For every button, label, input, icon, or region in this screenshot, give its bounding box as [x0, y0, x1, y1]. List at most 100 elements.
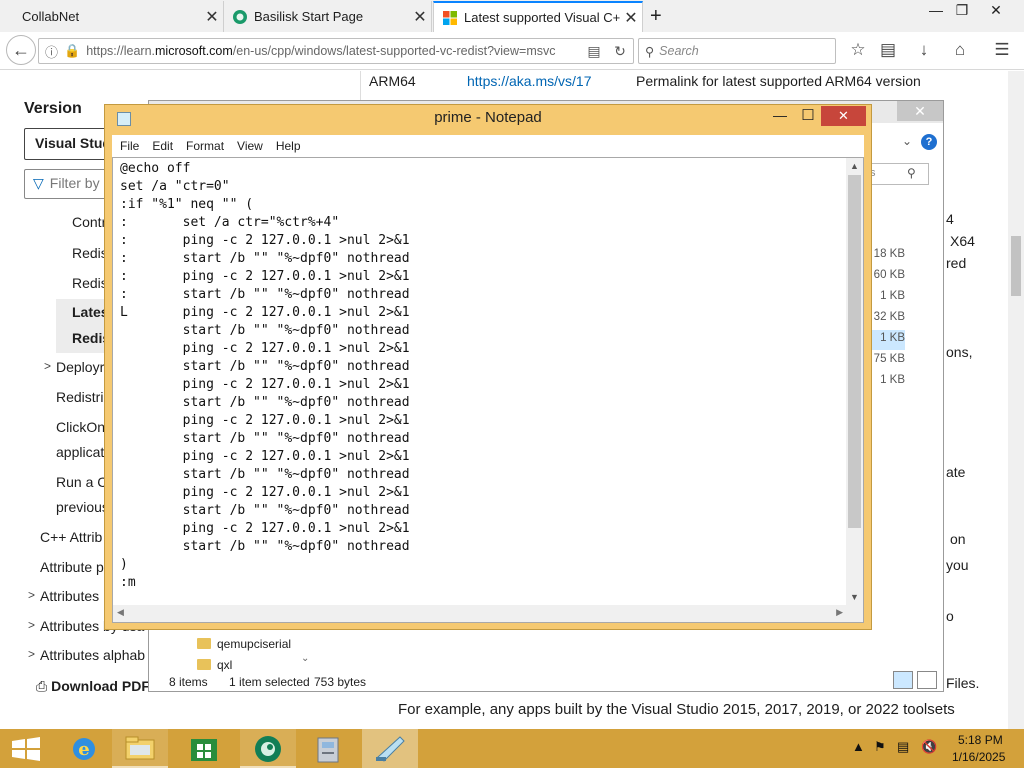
tab-collabnet[interactable]: CollabNet ✕	[0, 1, 224, 32]
filter-input[interactable]: ▽ Filter by	[24, 169, 114, 199]
toc-item[interactable]: Attributes	[40, 588, 99, 604]
toc-item[interactable]: Deployr	[56, 359, 104, 375]
scroll-up-icon[interactable]: ▲	[846, 161, 863, 171]
chevron-right-icon[interactable]: >	[28, 588, 35, 602]
downloads-icon[interactable]: ↓	[912, 40, 936, 62]
network-icon[interactable]: ▤	[897, 739, 909, 755]
close-icon[interactable]: ✕	[982, 2, 1010, 24]
clock-time[interactable]: 5:18 PM	[958, 733, 1003, 747]
toc-item[interactable]: Attribute p	[40, 559, 104, 575]
show-hidden-icons[interactable]: ▲	[852, 739, 865, 754]
chevron-right-icon[interactable]: >	[28, 647, 35, 661]
folder-item[interactable]: qemupciserial	[197, 637, 291, 651]
scrollbar-corner	[846, 605, 863, 622]
clock-date[interactable]: 1/16/2025	[952, 750, 1005, 764]
url-text[interactable]: https://learn.microsoft.com/en-us/cpp/wi…	[86, 44, 581, 58]
menu-format[interactable]: Format	[186, 139, 224, 153]
details-view-icon[interactable]	[893, 671, 913, 689]
tab-latest-supported-vc[interactable]: Latest supported Visual C+ ✕	[433, 1, 643, 32]
action-center-flag-icon[interactable]: ⚑	[874, 739, 886, 755]
large-icons-view-icon[interactable]	[917, 671, 937, 689]
version-select[interactable]: Visual Studio	[24, 128, 114, 160]
volume-muted-icon[interactable]: 🔇	[921, 739, 937, 755]
scroll-left-icon[interactable]: ◀	[117, 607, 124, 618]
scroll-down-icon[interactable]: ▼	[846, 592, 863, 602]
body-text-fragment: X64	[950, 233, 975, 249]
page-scrollbar[interactable]	[1008, 71, 1024, 729]
body-text-fragment: you	[946, 557, 969, 573]
filter-icon: ▽	[33, 175, 44, 191]
toc-item[interactable]: Run a C	[56, 474, 107, 490]
notepad-taskbar-icon[interactable]	[362, 729, 418, 768]
tab-close-icon[interactable]: ✕	[409, 7, 431, 27]
explorer-search-input[interactable]: s	[865, 163, 929, 185]
file-explorer-icon[interactable]	[112, 729, 168, 768]
toc-item[interactable]: C++ Attrib	[40, 529, 102, 545]
table-description: Permalink for latest supported ARM64 ver…	[636, 73, 921, 89]
search-input[interactable]: ⚲ Search	[638, 38, 836, 64]
tab-close-icon[interactable]: ✕	[201, 7, 223, 27]
start-button[interactable]	[0, 729, 56, 768]
editor-content[interactable]: @echo off set /a "ctr=0" :if "%1" neq ""…	[120, 160, 410, 592]
toc-item[interactable]: Redis	[72, 245, 108, 261]
store-icon[interactable]	[176, 729, 232, 768]
vertical-scrollbar[interactable]: ▲ ▼	[846, 158, 863, 605]
toc-item: previous	[56, 499, 109, 515]
browser-tab-bar: CollabNet ✕ Basilisk Start Page ✕ Latest…	[0, 0, 1024, 32]
minimize-icon[interactable]: —	[767, 107, 793, 123]
close-icon[interactable]: ✕	[821, 106, 866, 126]
help-icon[interactable]: ?	[921, 134, 937, 150]
tab-basilisk-start[interactable]: Basilisk Start Page ✕	[224, 1, 432, 32]
bookmark-star-icon[interactable]: ☆	[846, 40, 870, 62]
chevron-right-icon[interactable]: >	[28, 618, 35, 632]
windows-logo-icon	[12, 737, 40, 761]
restore-icon[interactable]: ❐	[948, 2, 976, 24]
menu-edit[interactable]: Edit	[152, 139, 173, 153]
toc-item[interactable]: Attributes alphab	[40, 647, 145, 663]
menu-help[interactable]: Help	[276, 139, 301, 153]
text-editor[interactable]: @echo off set /a "ctr=0" :if "%1" neq ""…	[112, 157, 864, 623]
table-divider	[360, 71, 361, 101]
scrollbar-thumb[interactable]	[848, 175, 861, 528]
body-text-fragment: o	[946, 608, 954, 624]
body-text-fragment: ate	[946, 464, 966, 480]
chevron-down-icon[interactable]: ⌄	[301, 653, 309, 664]
minimize-icon[interactable]: —	[922, 2, 950, 24]
menu-view[interactable]: View	[237, 139, 263, 153]
explorer-close-icon[interactable]: ✕	[897, 101, 943, 121]
menu-file[interactable]: File	[120, 139, 139, 153]
internet-explorer-icon[interactable]: e	[56, 729, 112, 768]
horizontal-scrollbar[interactable]: ◀ ▶	[113, 605, 847, 622]
download-pdf-link[interactable]: ⎙ Download PDF	[36, 678, 150, 695]
scroll-right-icon[interactable]: ▶	[836, 607, 843, 618]
toc-item[interactable]: Redis	[72, 275, 108, 291]
version-heading: Version	[24, 100, 82, 117]
toc-item[interactable]: Redistrib	[56, 389, 111, 405]
folder-icon	[197, 638, 211, 649]
url-bar[interactable]: ⓘ 🔒 https://learn.microsoft.com/en-us/cp…	[38, 38, 634, 64]
tab-title: Latest supported Visual C+	[464, 10, 620, 25]
reload-icon[interactable]: ↻	[607, 43, 633, 60]
page-scrollbar-thumb[interactable]	[1011, 236, 1021, 296]
tab-close-icon[interactable]: ✕	[620, 8, 642, 28]
basilisk-taskbar-icon[interactable]	[240, 729, 296, 768]
body-text-fragment: 4	[946, 211, 954, 227]
body-paragraph: For example, any apps built by the Visua…	[398, 701, 955, 718]
reader-view-icon[interactable]: ▤	[581, 43, 607, 60]
chevron-down-icon[interactable]: ⌄	[902, 134, 912, 148]
menu-icon[interactable]: ☰	[990, 40, 1014, 62]
toc-item[interactable]: Contr	[72, 214, 106, 230]
notepad-window: prime - Notepad — ☐ ✕ File Edit Format V…	[104, 104, 872, 630]
bookmarks-library-icon[interactable]: ▤	[876, 40, 900, 62]
folder-item[interactable]: qxl	[197, 658, 232, 672]
back-button[interactable]: ←	[6, 35, 36, 65]
status-size: 753 bytes	[314, 675, 367, 689]
info-icon[interactable]: ⓘ	[45, 42, 58, 61]
table-link[interactable]: https://aka.ms/vs/17	[467, 73, 592, 89]
body-text-fragment: red	[946, 255, 967, 271]
chevron-right-icon[interactable]: >	[44, 359, 51, 373]
maximize-icon[interactable]: ☐	[795, 106, 821, 124]
home-icon[interactable]: ⌂	[948, 40, 972, 62]
new-tab-button[interactable]: +	[650, 6, 662, 26]
installer-icon[interactable]	[300, 729, 356, 768]
